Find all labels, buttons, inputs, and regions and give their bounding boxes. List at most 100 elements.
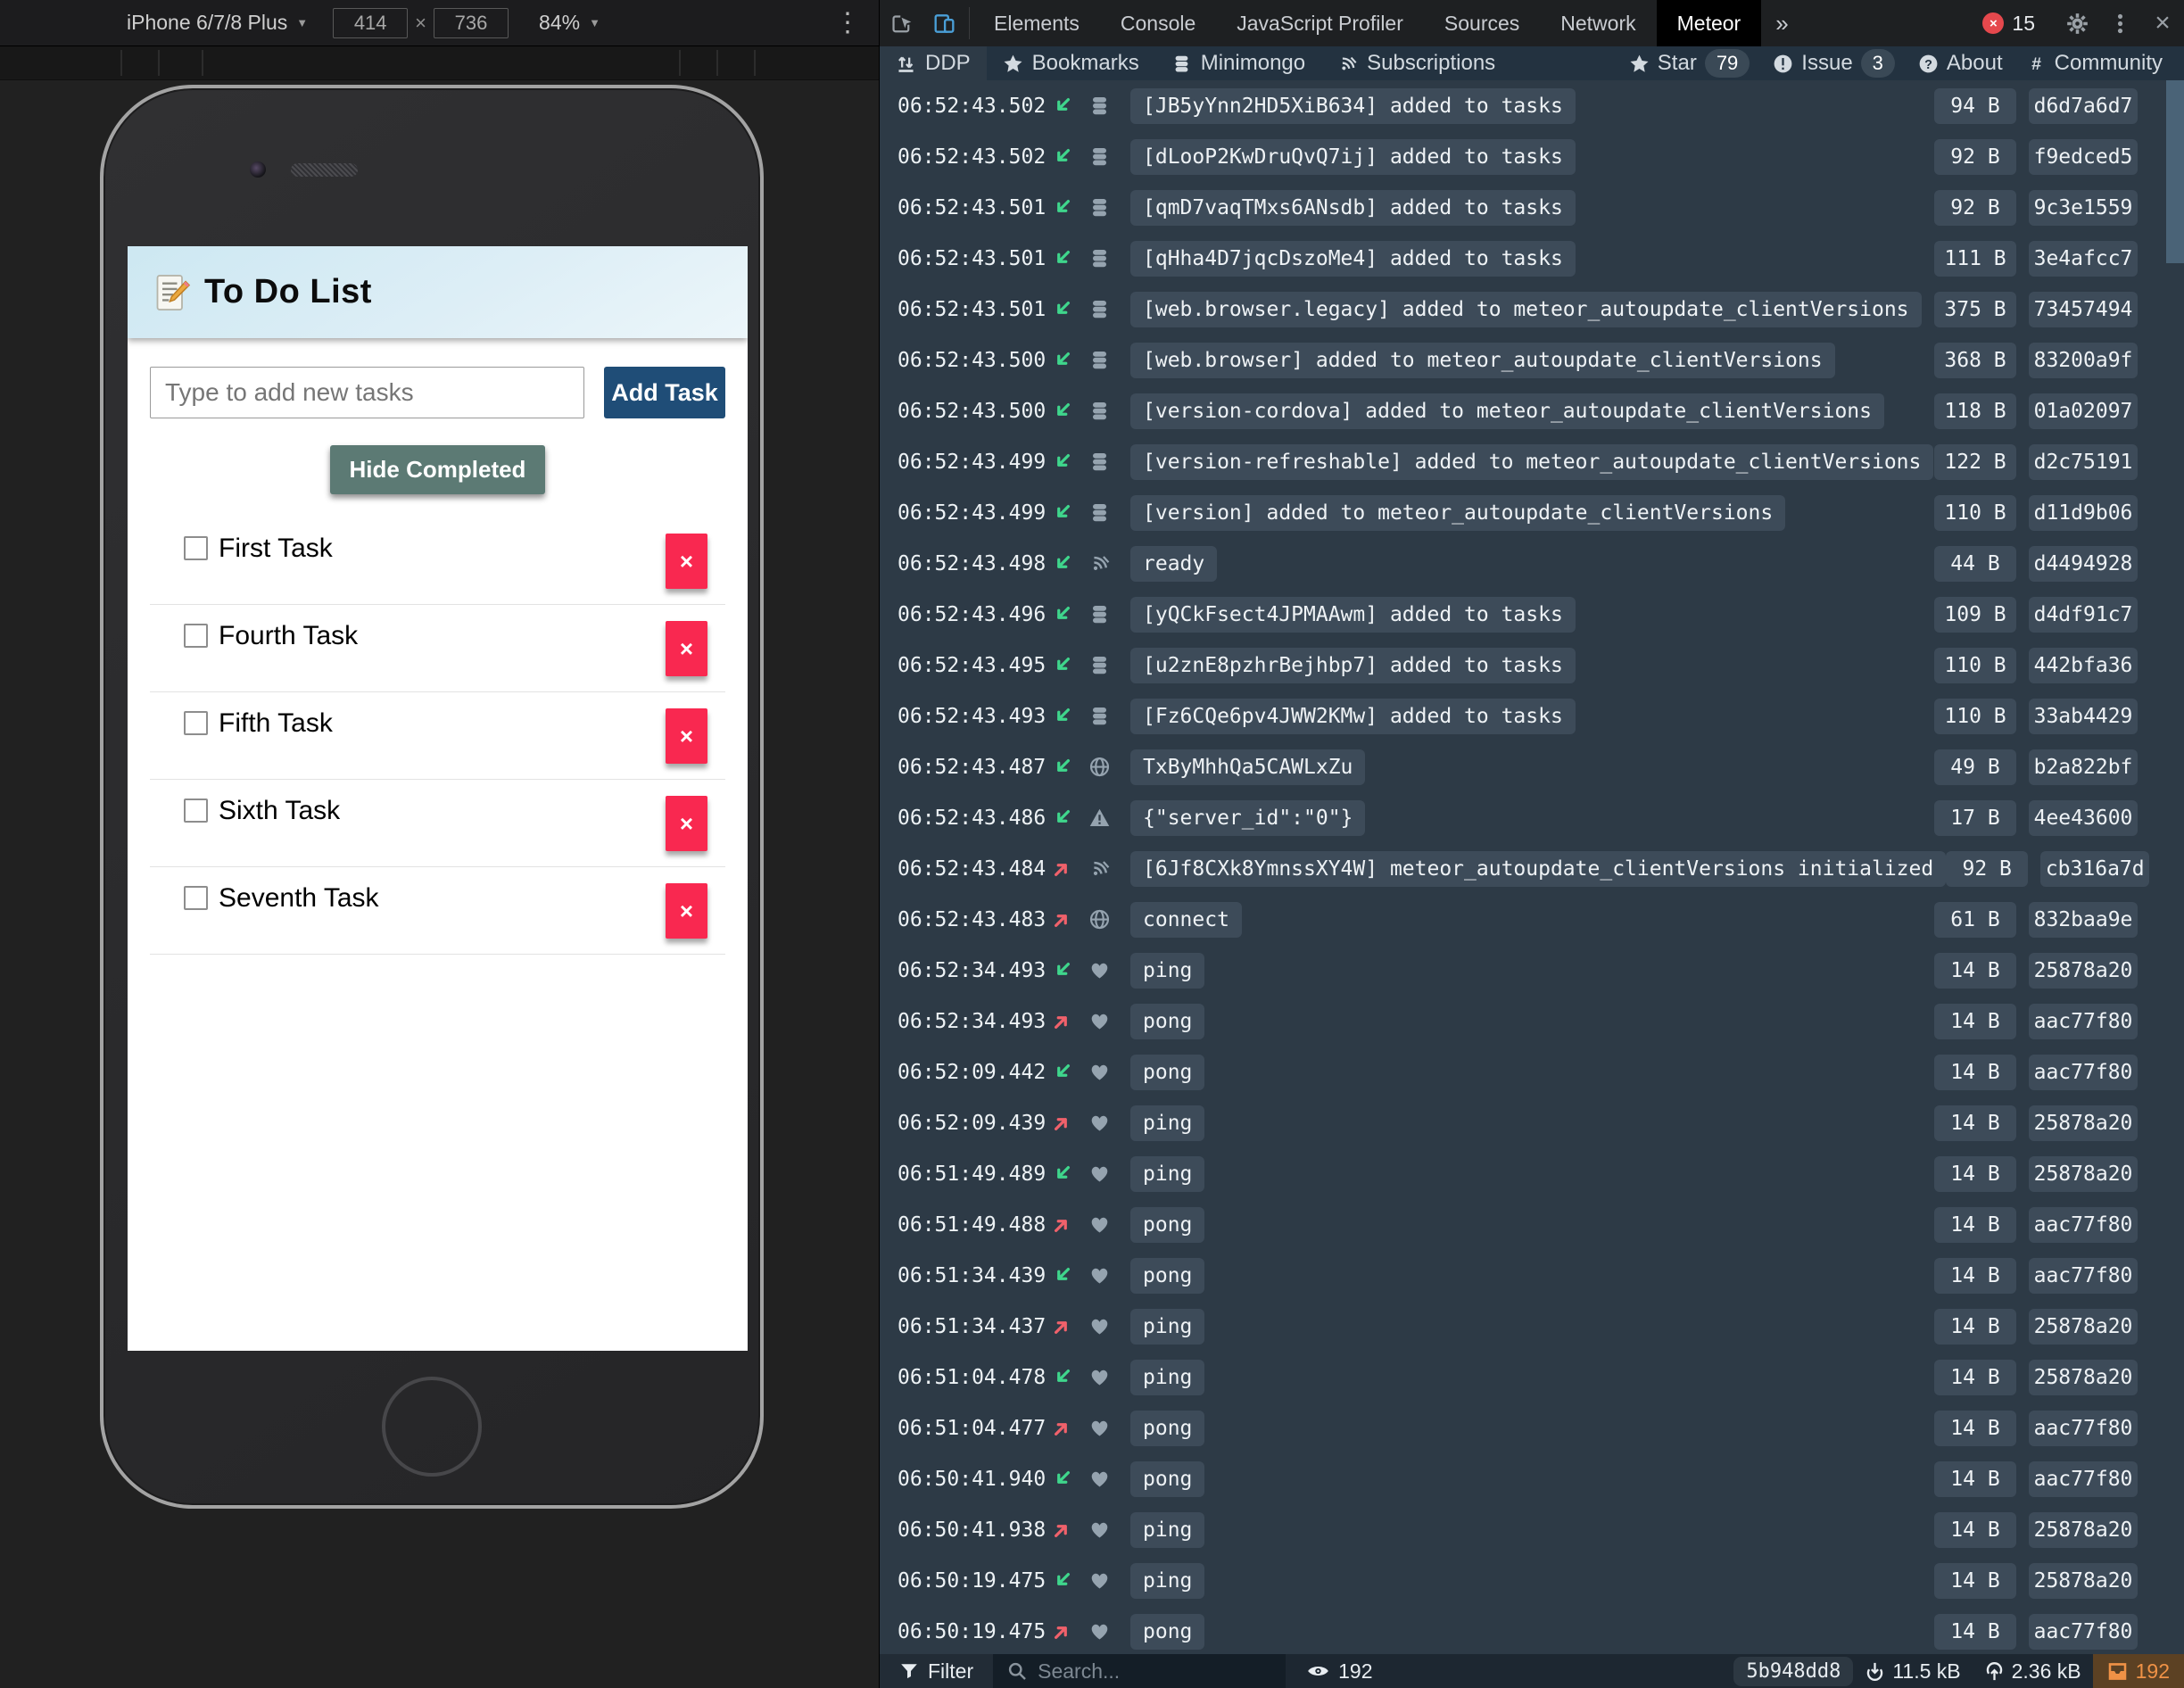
delete-task-button[interactable]: × [666, 621, 707, 676]
device-width-input[interactable] [333, 8, 408, 38]
subtab-label: Subscriptions [1367, 51, 1495, 76]
ddp-log-row[interactable]: 06:52:34.493ping14 B25878a20 [880, 945, 2184, 996]
task-label: Fourth Task [219, 621, 358, 651]
filter-button[interactable]: Filter [880, 1654, 993, 1688]
device-toolbar-toggle-icon[interactable] [922, 0, 965, 46]
new-task-input[interactable] [150, 367, 584, 418]
ddp-log-row[interactable]: 06:52:43.502[dLooP2KwDruQvQ7ij] added to… [880, 131, 2184, 182]
task-checkbox[interactable] [184, 886, 208, 910]
ddp-log-row[interactable]: 06:50:41.938ping14 B25878a20 [880, 1504, 2184, 1555]
log-timestamp: 06:52:43.483 [898, 908, 1051, 931]
log-hash: aac77f80 [2029, 1411, 2138, 1446]
ddp-log-row[interactable]: 06:52:43.484[6Jf8CXk8YmnssXY4W] meteor_a… [880, 843, 2184, 894]
log-message: TxByMhhQa5CAWLxZu [1130, 749, 1365, 785]
ddp-log-row[interactable]: 06:52:09.439ping14 B25878a20 [880, 1097, 2184, 1148]
search-input[interactable] [1038, 1659, 1234, 1684]
task-checkbox[interactable] [184, 798, 208, 823]
subtab-minimongo[interactable]: Minimongo [1155, 46, 1321, 80]
task-label: Sixth Task [219, 796, 340, 826]
link-star[interactable]: Star79 [1620, 49, 1759, 78]
ddp-log-row[interactable]: 06:51:49.488pong14 Baac77f80 [880, 1199, 2184, 1250]
ddp-log-row[interactable]: 06:50:41.940pong14 Baac77f80 [880, 1453, 2184, 1504]
ddp-log-row[interactable]: 06:51:34.439pong14 Baac77f80 [880, 1250, 2184, 1301]
ddp-log-row[interactable]: 06:51:04.477pong14 Baac77f80 [880, 1403, 2184, 1453]
ddp-log-row[interactable]: 06:52:43.486{"server_id":"0"}17 B4ee4360… [880, 792, 2184, 843]
link-about[interactable]: ?About [1909, 51, 2012, 76]
log-message: pong [1130, 1207, 1204, 1243]
zoom-select[interactable]: 84% ▼ [539, 11, 600, 35]
ddp-log-row[interactable]: 06:52:34.493pong14 Baac77f80 [880, 996, 2184, 1047]
ddp-log-row[interactable]: 06:51:49.489ping14 B25878a20 [880, 1148, 2184, 1199]
close-devtools-icon[interactable]: × [2141, 8, 2184, 38]
task-item: Fifth Task× [150, 692, 725, 780]
ddp-log-row[interactable]: 06:51:34.437ping14 B25878a20 [880, 1301, 2184, 1352]
arrow-out-icon [1051, 1417, 1088, 1439]
inspect-element-icon[interactable] [880, 0, 922, 46]
ddp-log-row[interactable]: 06:52:43.499[version] added to meteor_au… [880, 487, 2184, 538]
error-badge[interactable]: × 15 [1970, 12, 2048, 36]
arrow-in-icon [1051, 145, 1088, 168]
add-task-button[interactable]: Add Task [604, 367, 725, 418]
tab-network[interactable]: Network [1540, 0, 1656, 46]
link-issue[interactable]: Issue3 [1764, 49, 1904, 78]
ddp-log-row[interactable]: 06:52:43.501[web.browser.legacy] added t… [880, 284, 2184, 335]
tab-sources[interactable]: Sources [1424, 0, 1540, 46]
device-toolbar-menu-icon[interactable]: ⋮ [834, 10, 861, 37]
more-tabs-button[interactable]: » [1761, 0, 1802, 46]
task-checkbox[interactable] [184, 624, 208, 648]
log-hash: 25878a20 [2029, 1105, 2138, 1141]
ddp-log-row[interactable]: 06:52:43.500[version-cordova] added to m… [880, 385, 2184, 436]
ddp-log-row[interactable]: 06:52:43.495[u2znE8pzhrBejhbp7] added to… [880, 640, 2184, 691]
media-query-tick [158, 50, 160, 76]
tab-javascript-profiler[interactable]: JavaScript Profiler [1216, 0, 1424, 46]
device-select[interactable]: iPhone 6/7/8 Plus ▼ [127, 11, 308, 35]
connection-icon [1088, 908, 1130, 931]
arrow-out-icon [1051, 1620, 1088, 1642]
ddp-log-row[interactable]: 06:52:09.442pong14 Baac77f80 [880, 1047, 2184, 1097]
ddp-log-row[interactable]: 06:52:43.483connect61 B832baa9e [880, 894, 2184, 945]
tab-meteor[interactable]: Meteor [1657, 0, 1762, 46]
ddp-log-row[interactable]: 06:50:19.475pong14 Baac77f80 [880, 1606, 2184, 1654]
ddp-log-row[interactable]: 06:50:19.475ping14 B25878a20 [880, 1555, 2184, 1606]
ddp-log-row[interactable]: 06:52:43.500[web.browser] added to meteo… [880, 335, 2184, 385]
log-message: [u2znE8pzhrBejhbp7] added to tasks [1130, 648, 1576, 683]
subtab-ddp[interactable]: DDP [880, 46, 987, 80]
delete-task-button[interactable]: × [666, 883, 707, 939]
log-message: pong [1130, 1258, 1204, 1294]
ddp-log-row[interactable]: 06:52:43.499[version-refreshable] added … [880, 436, 2184, 487]
ddp-log-row[interactable]: 06:52:43.501[qHha4D7jqcDszoMe4] added to… [880, 233, 2184, 284]
ddp-log-row[interactable]: 06:52:43.502[JB5yYnn2HD5XiB634] added to… [880, 80, 2184, 131]
subtab-bookmarks[interactable]: Bookmarks [987, 46, 1155, 80]
inbox-tray-icon [2107, 1661, 2128, 1682]
ddp-log-row[interactable]: 06:52:43.496[yQCkFsect4JPMAAwm] added to… [880, 589, 2184, 640]
log-hash: aac77f80 [2029, 1055, 2138, 1090]
devtools-menu-icon[interactable] [2098, 12, 2141, 36]
link-community[interactable]: #Community [2017, 51, 2172, 76]
hide-completed-button[interactable]: Hide Completed [330, 445, 546, 494]
collection-icon [1088, 145, 1130, 168]
task-checkbox[interactable] [184, 536, 208, 560]
ddp-log-row[interactable]: 06:52:43.501[qmD7vaqTMxs6ANsdb] added to… [880, 182, 2184, 233]
log-timestamp: 06:52:43.499 [898, 451, 1051, 474]
total-count-group[interactable]: 192 [2093, 1654, 2184, 1688]
task-item: Sixth Task × [150, 780, 725, 867]
task-checkbox[interactable] [184, 711, 208, 735]
tab-elements[interactable]: Elements [973, 0, 1100, 46]
ddp-log-row[interactable]: 06:52:43.498ready44 Bd4494928 [880, 538, 2184, 589]
ddp-log-row[interactable]: 06:51:04.478ping14 B25878a20 [880, 1352, 2184, 1403]
link-label: Community [2055, 51, 2163, 76]
settings-gear-icon[interactable] [2056, 12, 2098, 36]
home-button[interactable] [382, 1377, 482, 1477]
delete-task-button[interactable]: × [666, 708, 707, 764]
arrow-in-icon [1051, 95, 1088, 117]
log-hash: d6d7a6d7 [2029, 88, 2138, 124]
tab-console[interactable]: Console [1100, 0, 1216, 46]
device-height-input[interactable] [434, 8, 509, 38]
ddp-log-row[interactable]: 06:52:43.487TxByMhhQa5CAWLxZu49 Bb2a822b… [880, 741, 2184, 792]
scrollbar-thumb[interactable] [2166, 80, 2184, 263]
ddp-log-row[interactable]: 06:52:43.493[Fz6CQe6pv4JWW2KMw] added to… [880, 691, 2184, 741]
delete-task-button[interactable]: × [666, 534, 707, 589]
subtab-subscriptions[interactable]: Subscriptions [1321, 46, 1511, 80]
upload-icon [1984, 1661, 2005, 1682]
delete-task-button[interactable]: × [666, 796, 707, 851]
